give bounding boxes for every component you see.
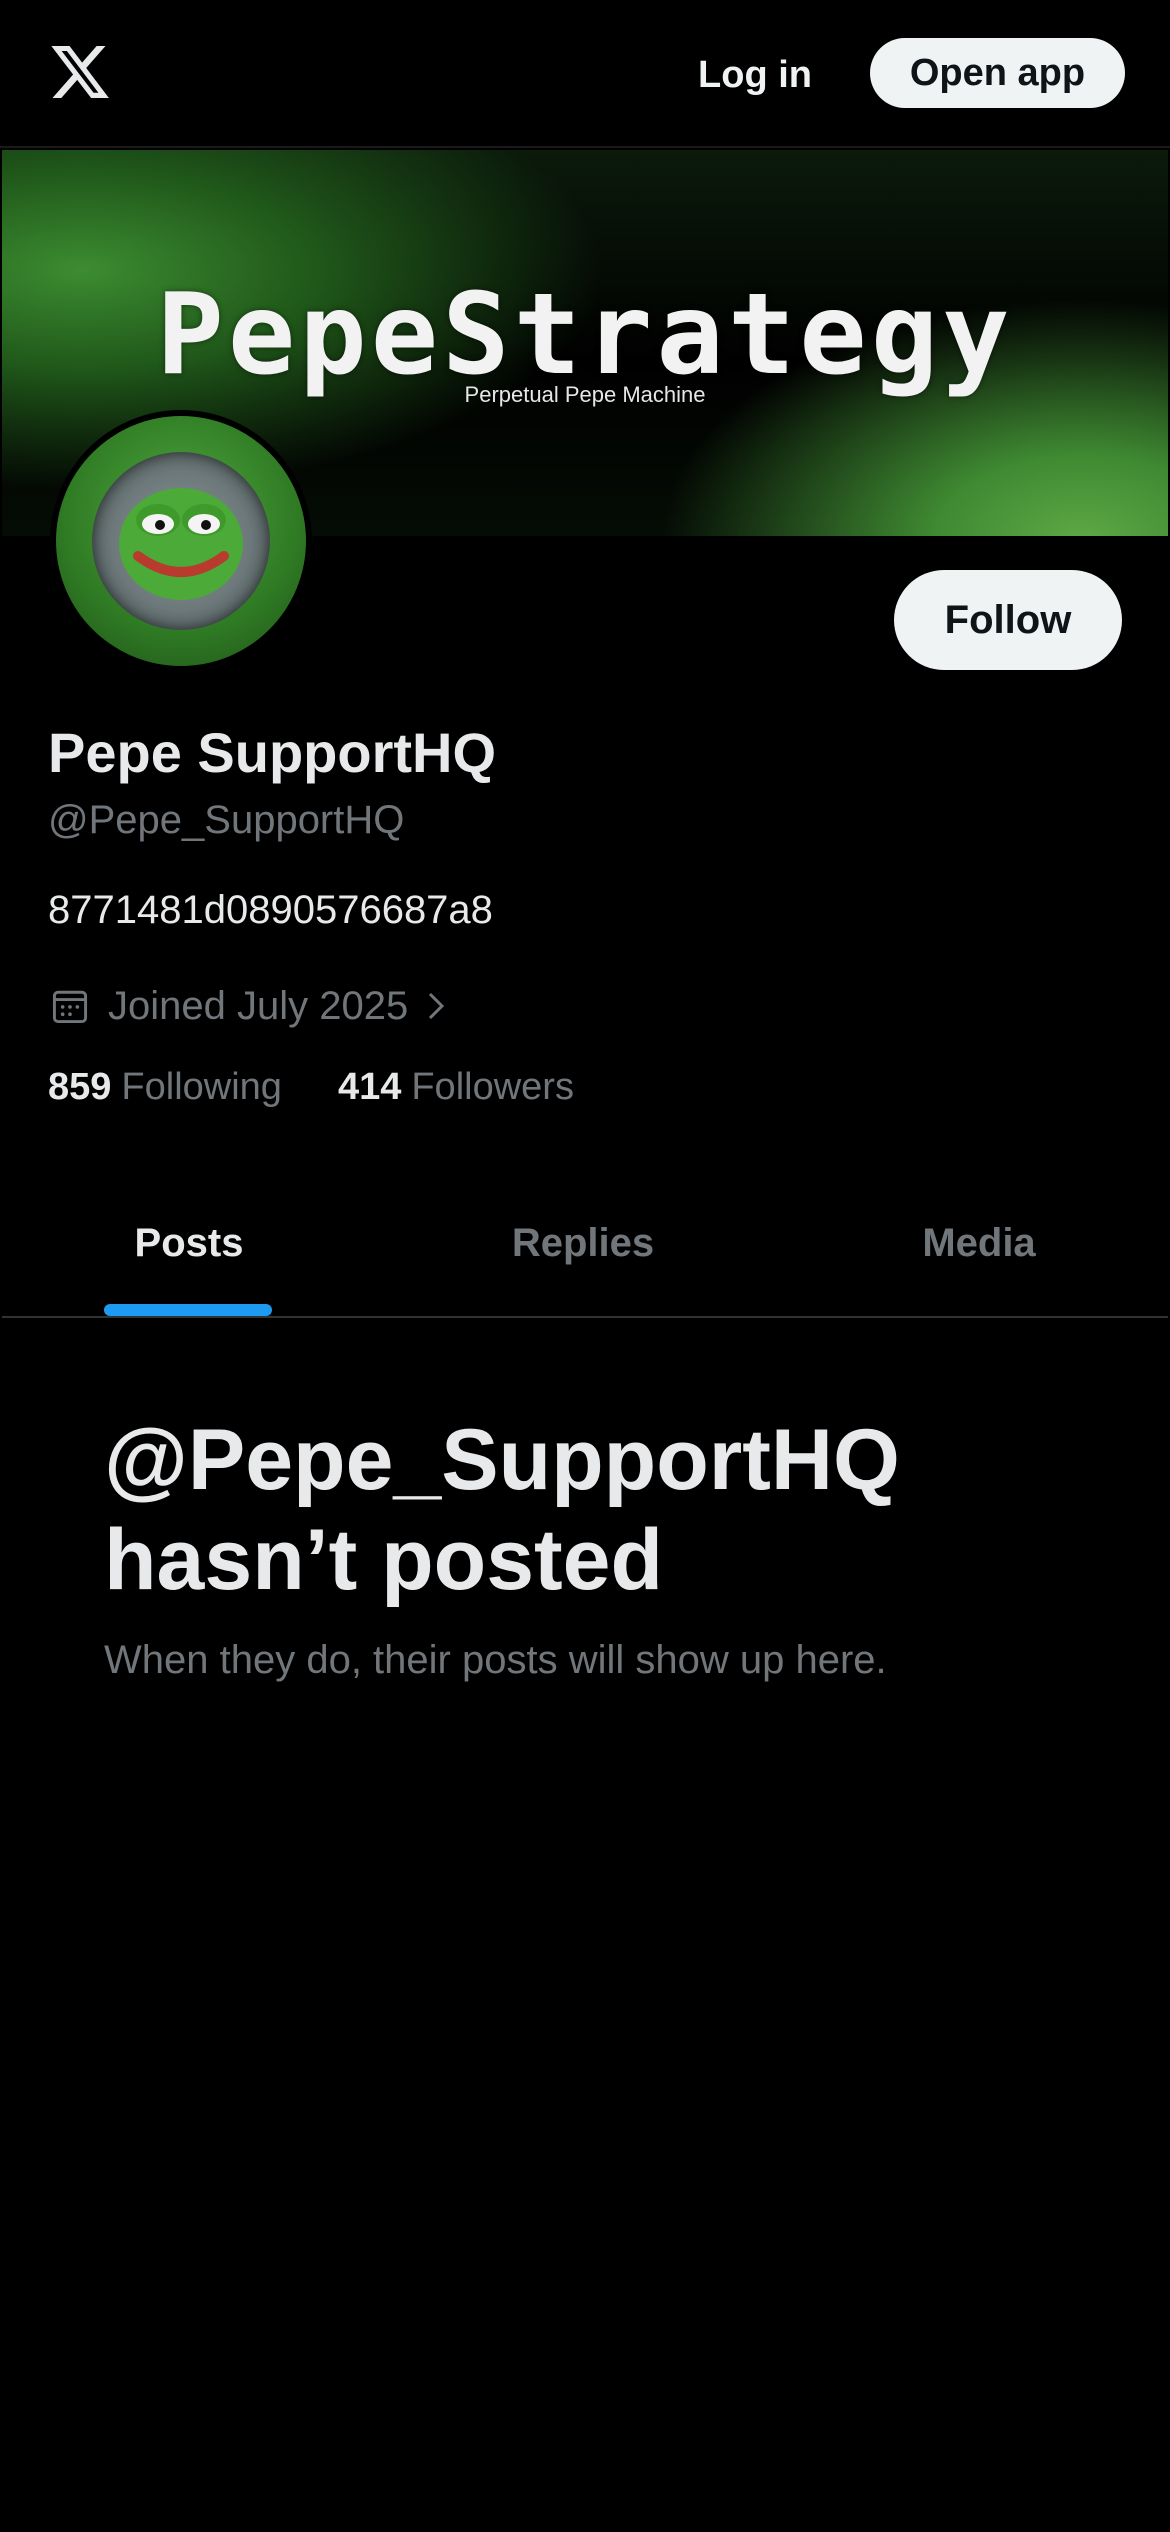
top-bar: Log in Open app <box>0 0 1170 148</box>
profile-tabs: Posts Replies Media <box>2 1170 1168 1318</box>
chevron-right-icon <box>429 992 445 1020</box>
x-logo-icon[interactable] <box>48 40 112 104</box>
tab-media[interactable]: Media <box>790 1170 1168 1316</box>
open-app-button[interactable]: Open app <box>870 38 1125 108</box>
follow-stats: 859 Following 414 Followers <box>48 1066 630 1109</box>
active-tab-indicator <box>104 1304 272 1316</box>
following-count: 859 <box>48 1066 112 1108</box>
empty-state-title-line2: hasn’t posted <box>104 1512 664 1608</box>
avatar-image <box>56 416 306 666</box>
tab-posts[interactable]: Posts <box>2 1170 376 1316</box>
follow-button[interactable]: Follow <box>894 570 1122 670</box>
following-stat[interactable]: 859 Following <box>48 1066 282 1109</box>
joined-date[interactable]: Joined July 2025 <box>48 978 470 1034</box>
display-name: Pepe SupportHQ <box>48 721 497 784</box>
empty-state-title-line1: @Pepe_SupportHQ <box>104 1412 900 1508</box>
avatar[interactable] <box>50 410 312 672</box>
joined-label: Joined July 2025 <box>108 983 409 1028</box>
banner-subtitle: Perpetual Pepe Machine <box>464 382 706 407</box>
profile-handle: @Pepe_SupportHQ <box>48 798 405 842</box>
followers-count: 414 <box>337 1066 402 1108</box>
empty-state-title: @Pepe_SupportHQ hasn’t posted <box>104 1410 1104 1610</box>
empty-state-subtitle: When they do, their posts will show up h… <box>104 1638 887 1682</box>
followers-stat[interactable]: 414 Followers <box>338 1066 574 1109</box>
tab-replies[interactable]: Replies <box>376 1170 790 1316</box>
profile-bio: 8771481d0890576687a8 <box>48 888 493 932</box>
followers-label: Followers <box>411 1066 574 1108</box>
frog-face-icon <box>119 488 243 600</box>
login-button[interactable]: Log in <box>690 40 820 110</box>
following-label: Following <box>121 1066 282 1108</box>
calendar-icon <box>52 990 88 1024</box>
banner-title: PepeStrategy <box>156 270 1014 400</box>
